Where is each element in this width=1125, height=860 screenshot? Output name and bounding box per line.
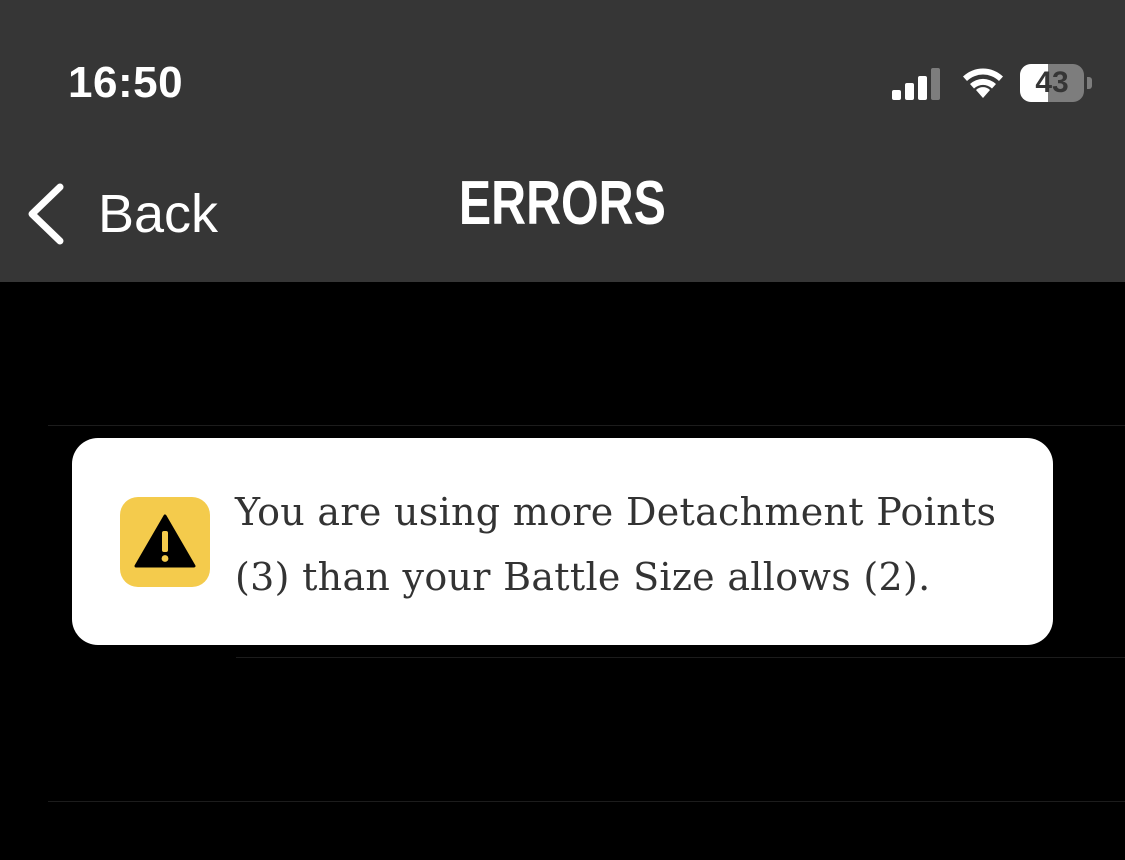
battery-level: 43 [1035,66,1069,99]
error-card[interactable]: You are using more Detachment Points (3)… [72,438,1053,645]
status-time: 16:50 [68,58,184,107]
wifi-icon [963,68,1003,98]
header: 16:50 43 Back ERRORS [0,0,1125,282]
warning-badge [120,497,210,587]
cellular-signal-icon [892,68,940,100]
list-divider [236,657,1125,658]
page-title: ERRORS [124,168,1001,239]
battery-body: 43 [1020,64,1084,102]
errors-screen: 16:50 43 Back ERRORS You are using more … [0,0,1125,860]
page-title-text: ERRORS [458,169,666,238]
error-message: You are using more Detachment Points (3)… [235,490,997,599]
warning-icon [134,514,196,568]
list-divider [48,801,1125,802]
battery-icon: 43 [1020,64,1094,102]
battery-cap [1087,77,1092,89]
list-divider [48,425,1125,426]
chevron-left-icon [28,183,64,245]
